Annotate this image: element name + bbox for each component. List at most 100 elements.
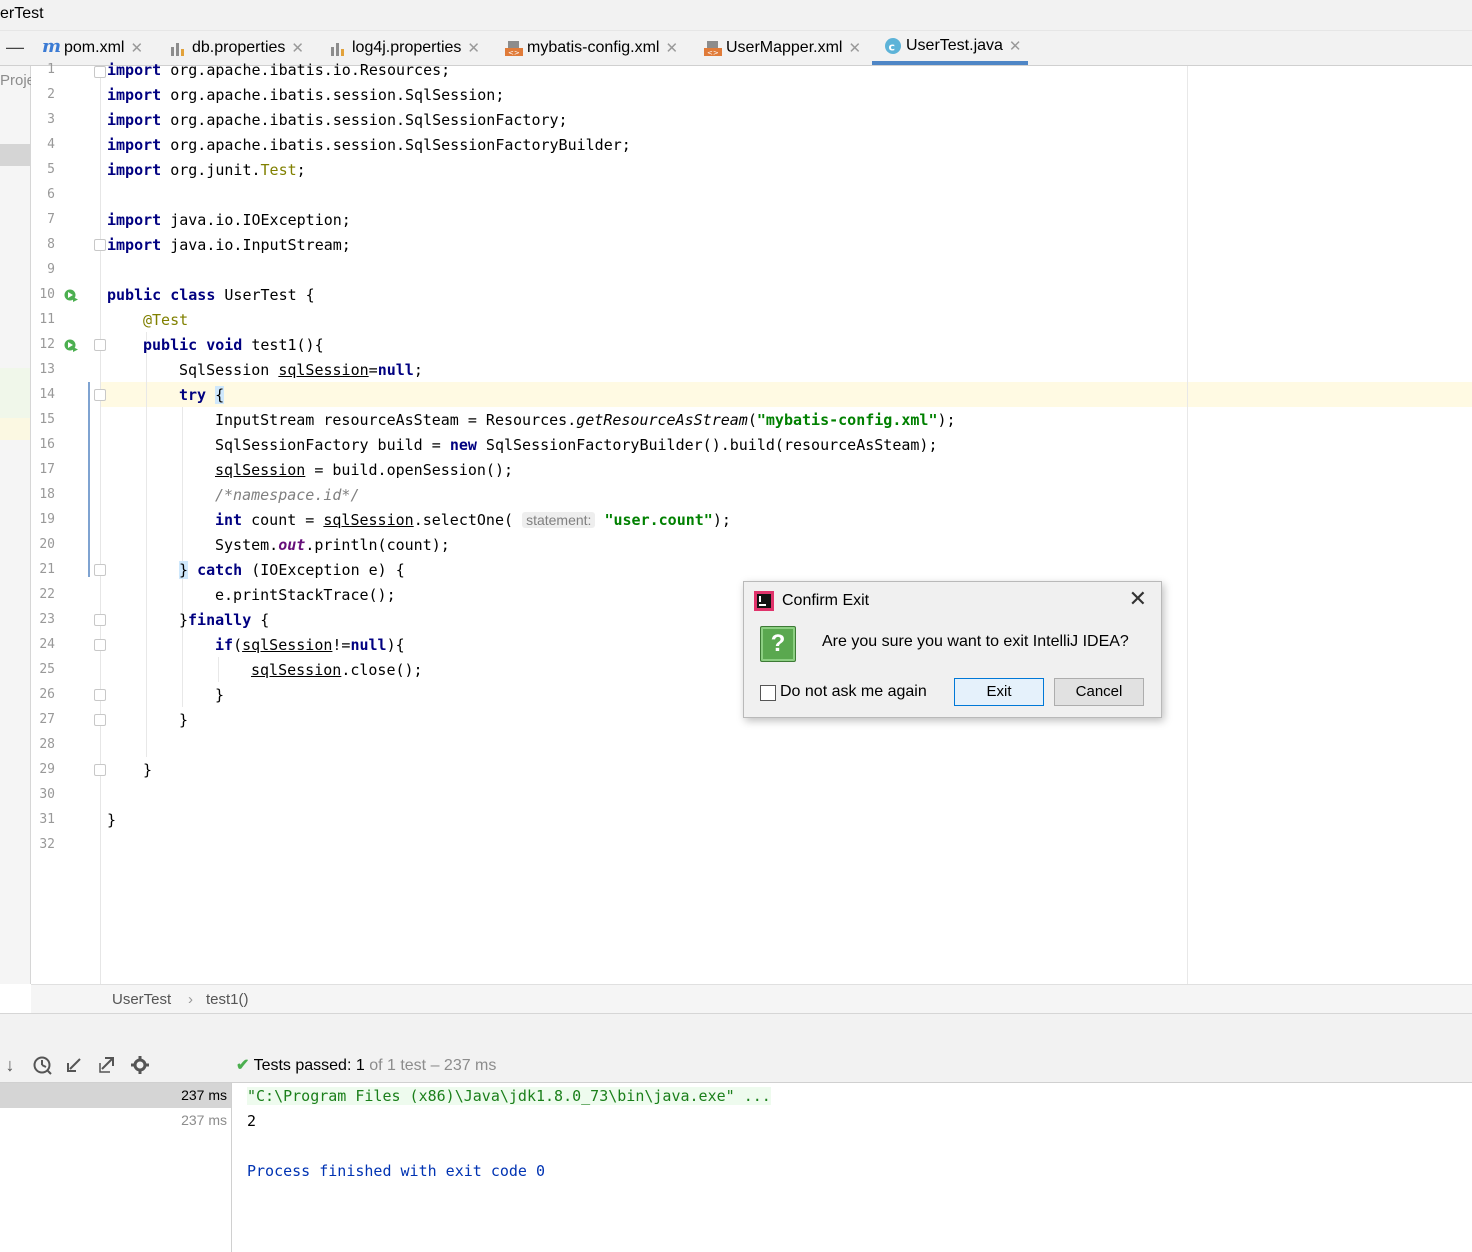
gear-icon[interactable] bbox=[130, 1055, 150, 1075]
maven-icon: m bbox=[42, 36, 62, 57]
fold-marker-icon[interactable] bbox=[94, 66, 106, 78]
export-tests-icon[interactable] bbox=[96, 1055, 116, 1075]
code-line: /*namespace.id*/ bbox=[215, 486, 360, 504]
fold-marker-icon[interactable] bbox=[94, 239, 106, 251]
intellij-logo-icon bbox=[754, 591, 774, 611]
code-line: import org.junit.Test; bbox=[107, 161, 306, 179]
tab-mybatis-config-xml[interactable]: <> mybatis-config.xml ✕ bbox=[505, 31, 678, 65]
fold-marker-icon[interactable] bbox=[94, 389, 106, 401]
fold-marker-icon[interactable] bbox=[94, 614, 106, 626]
console-exit-line: Process finished with exit code 0 bbox=[247, 1162, 546, 1180]
fold-marker-icon[interactable] bbox=[94, 564, 106, 576]
line-marker bbox=[0, 418, 30, 440]
line-number: 21 bbox=[39, 562, 55, 577]
question-icon: ? bbox=[760, 626, 796, 662]
code-line: SqlSession sqlSession=null; bbox=[179, 361, 423, 379]
close-tab-icon[interactable]: ✕ bbox=[665, 39, 678, 57]
console-output-line: 2 bbox=[247, 1112, 257, 1130]
close-tab-icon[interactable]: ✕ bbox=[848, 39, 861, 57]
line-number: 32 bbox=[39, 837, 55, 852]
xml-icon: <> bbox=[704, 39, 722, 57]
code-line: if(sqlSession!=null){ bbox=[215, 636, 405, 654]
import-tests-icon[interactable] bbox=[64, 1055, 84, 1075]
breadcrumb: UserTest › test1() bbox=[31, 984, 1472, 1013]
java-class-icon: c bbox=[884, 37, 902, 55]
line-number: 29 bbox=[39, 762, 55, 777]
console-command: "C:\Program Files (x86)\Java\jdk1.8.0_73… bbox=[247, 1087, 771, 1105]
code-line: SqlSessionFactory build = new SqlSession… bbox=[215, 436, 938, 454]
code-line: @Test bbox=[143, 311, 189, 329]
code-line: } bbox=[143, 761, 153, 779]
test-tree-row-selected[interactable]: 237 ms bbox=[0, 1083, 231, 1108]
fold-marker-icon[interactable] bbox=[94, 714, 106, 726]
code-line: import java.io.IOException; bbox=[107, 211, 351, 229]
line-number: 23 bbox=[39, 612, 55, 627]
run-test-icon[interactable] bbox=[64, 288, 78, 302]
project-tool-strip: Proje bbox=[0, 66, 35, 984]
line-number: 30 bbox=[39, 787, 55, 802]
history-icon[interactable] bbox=[32, 1055, 52, 1075]
dialog-message: Are you sure you want to exit IntelliJ I… bbox=[822, 633, 1129, 650]
close-tab-icon[interactable]: ✕ bbox=[130, 39, 143, 57]
arrow-down-icon[interactable]: ↓ bbox=[0, 1055, 20, 1075]
code-line: } bbox=[215, 686, 225, 704]
dont-ask-again-label[interactable]: Do not ask me again bbox=[780, 683, 927, 701]
line-number: 16 bbox=[39, 437, 55, 452]
code-line: } catch (IOException e) { bbox=[179, 561, 405, 579]
breadcrumb-class[interactable]: UserTest bbox=[112, 991, 171, 1008]
tab-label: pom.xml bbox=[64, 39, 125, 56]
fold-marker-icon[interactable] bbox=[94, 689, 106, 701]
exit-button[interactable]: Exit bbox=[954, 678, 1044, 706]
fold-marker-icon[interactable] bbox=[94, 764, 106, 776]
test-tree-row[interactable]: 237 ms bbox=[0, 1108, 231, 1133]
line-number: 9 bbox=[47, 262, 55, 277]
line-number: 7 bbox=[47, 212, 55, 227]
line-number: 26 bbox=[39, 687, 55, 702]
cancel-button[interactable]: Cancel bbox=[1054, 678, 1144, 706]
code-line: } bbox=[107, 811, 117, 829]
line-marker bbox=[0, 368, 30, 418]
selection-marker bbox=[0, 144, 30, 166]
code-line: } bbox=[179, 711, 189, 729]
tab-label: db.properties bbox=[192, 39, 286, 56]
code-line: public class UserTest { bbox=[107, 286, 315, 304]
tab-usermapper-xml[interactable]: <> UserMapper.xml ✕ bbox=[704, 31, 861, 65]
run-test-icon[interactable] bbox=[64, 338, 78, 352]
tab-usertest-java[interactable]: c UserTest.java ✕ bbox=[872, 31, 1028, 65]
minimize-icon[interactable]: — bbox=[6, 37, 24, 58]
window-title-bar: erTest bbox=[0, 0, 1472, 31]
fold-marker-icon[interactable] bbox=[94, 339, 106, 351]
line-number: 24 bbox=[39, 637, 55, 652]
code-line: int count = sqlSession.selectOne( statem… bbox=[215, 511, 731, 529]
window-title: erTest bbox=[0, 5, 44, 22]
code-line: import org.apache.ibatis.session.SqlSess… bbox=[107, 86, 505, 104]
code-line: sqlSession.close(); bbox=[251, 661, 423, 679]
line-number: 18 bbox=[39, 487, 55, 502]
svg-text:<>: <> bbox=[508, 49, 520, 57]
line-number: 22 bbox=[39, 587, 55, 602]
tab-label: UserMapper.xml bbox=[726, 39, 843, 56]
line-number: 10 bbox=[39, 287, 55, 302]
right-margin-guide bbox=[1187, 66, 1188, 984]
code-line: public void test1(){ bbox=[143, 336, 324, 354]
line-number: 3 bbox=[47, 112, 55, 127]
confirm-exit-dialog: Confirm Exit ✕ ? Are you sure you want t… bbox=[743, 581, 1162, 718]
test-toolbar bbox=[0, 1048, 1472, 1083]
close-tab-icon[interactable]: ✕ bbox=[291, 39, 304, 57]
line-number: 13 bbox=[39, 362, 55, 377]
dont-ask-again-checkbox[interactable] bbox=[760, 685, 776, 701]
project-panel-label[interactable]: Proje bbox=[0, 72, 35, 89]
run-panel-header bbox=[0, 1013, 1472, 1049]
svg-text:<>: <> bbox=[707, 49, 719, 57]
indent-guide bbox=[182, 407, 183, 707]
dialog-title: Confirm Exit bbox=[782, 592, 870, 609]
line-number: 28 bbox=[39, 737, 55, 752]
close-tab-icon[interactable]: ✕ bbox=[1009, 37, 1022, 55]
fold-marker-icon[interactable] bbox=[94, 639, 106, 651]
breadcrumb-method[interactable]: test1() bbox=[206, 991, 249, 1008]
change-marker bbox=[88, 382, 90, 577]
close-tab-icon[interactable]: ✕ bbox=[467, 39, 480, 57]
indent-guide bbox=[218, 657, 219, 682]
close-icon[interactable]: ✕ bbox=[1129, 586, 1147, 612]
properties-icon bbox=[330, 39, 348, 57]
